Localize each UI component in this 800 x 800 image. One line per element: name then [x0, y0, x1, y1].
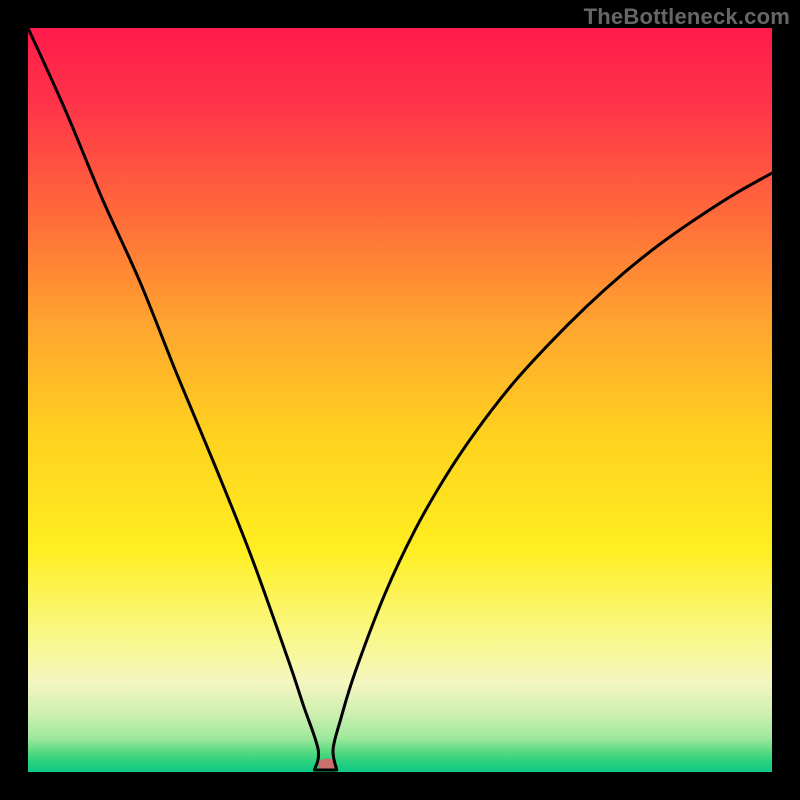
- chart-frame: TheBottleneck.com: [0, 0, 800, 800]
- gradient-background: [28, 28, 772, 772]
- plot-area: [28, 28, 772, 772]
- watermark-text: TheBottleneck.com: [584, 4, 790, 30]
- chart-svg: [28, 28, 772, 772]
